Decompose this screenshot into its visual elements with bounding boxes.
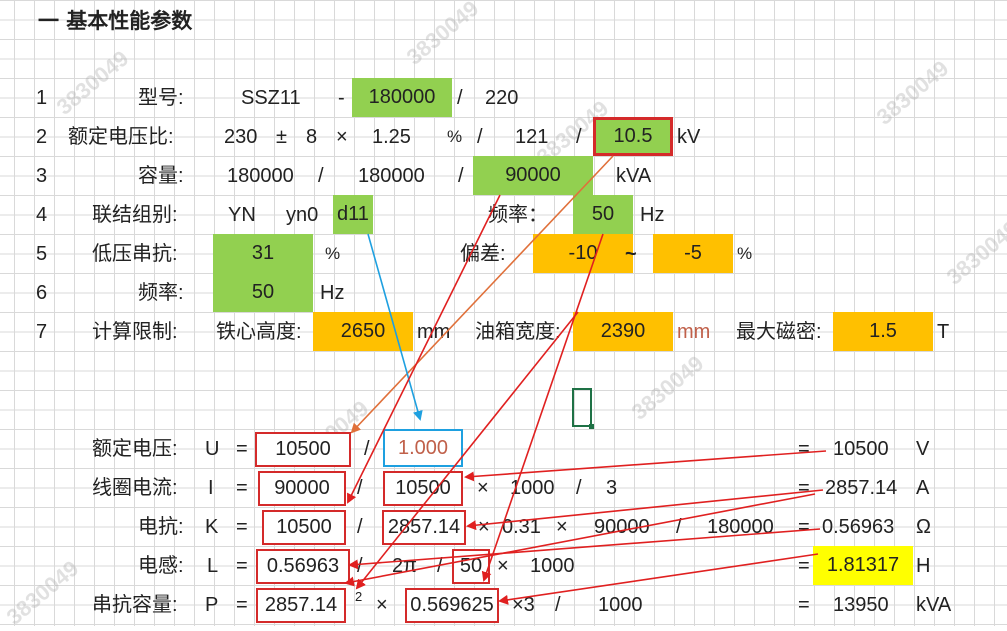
arrow-k-result-2 xyxy=(348,528,821,570)
arrow-vector-group xyxy=(367,233,423,421)
arrow-u-result xyxy=(464,450,827,482)
reference-arrows xyxy=(344,155,827,605)
arrow-lv-voltage xyxy=(350,155,614,434)
arrow-reactor-percent xyxy=(355,311,579,590)
arrow-i-result xyxy=(466,489,824,531)
arrow-k-result-1 xyxy=(344,493,816,587)
arrow-l-result xyxy=(498,553,819,605)
arrow-lines xyxy=(344,155,827,605)
